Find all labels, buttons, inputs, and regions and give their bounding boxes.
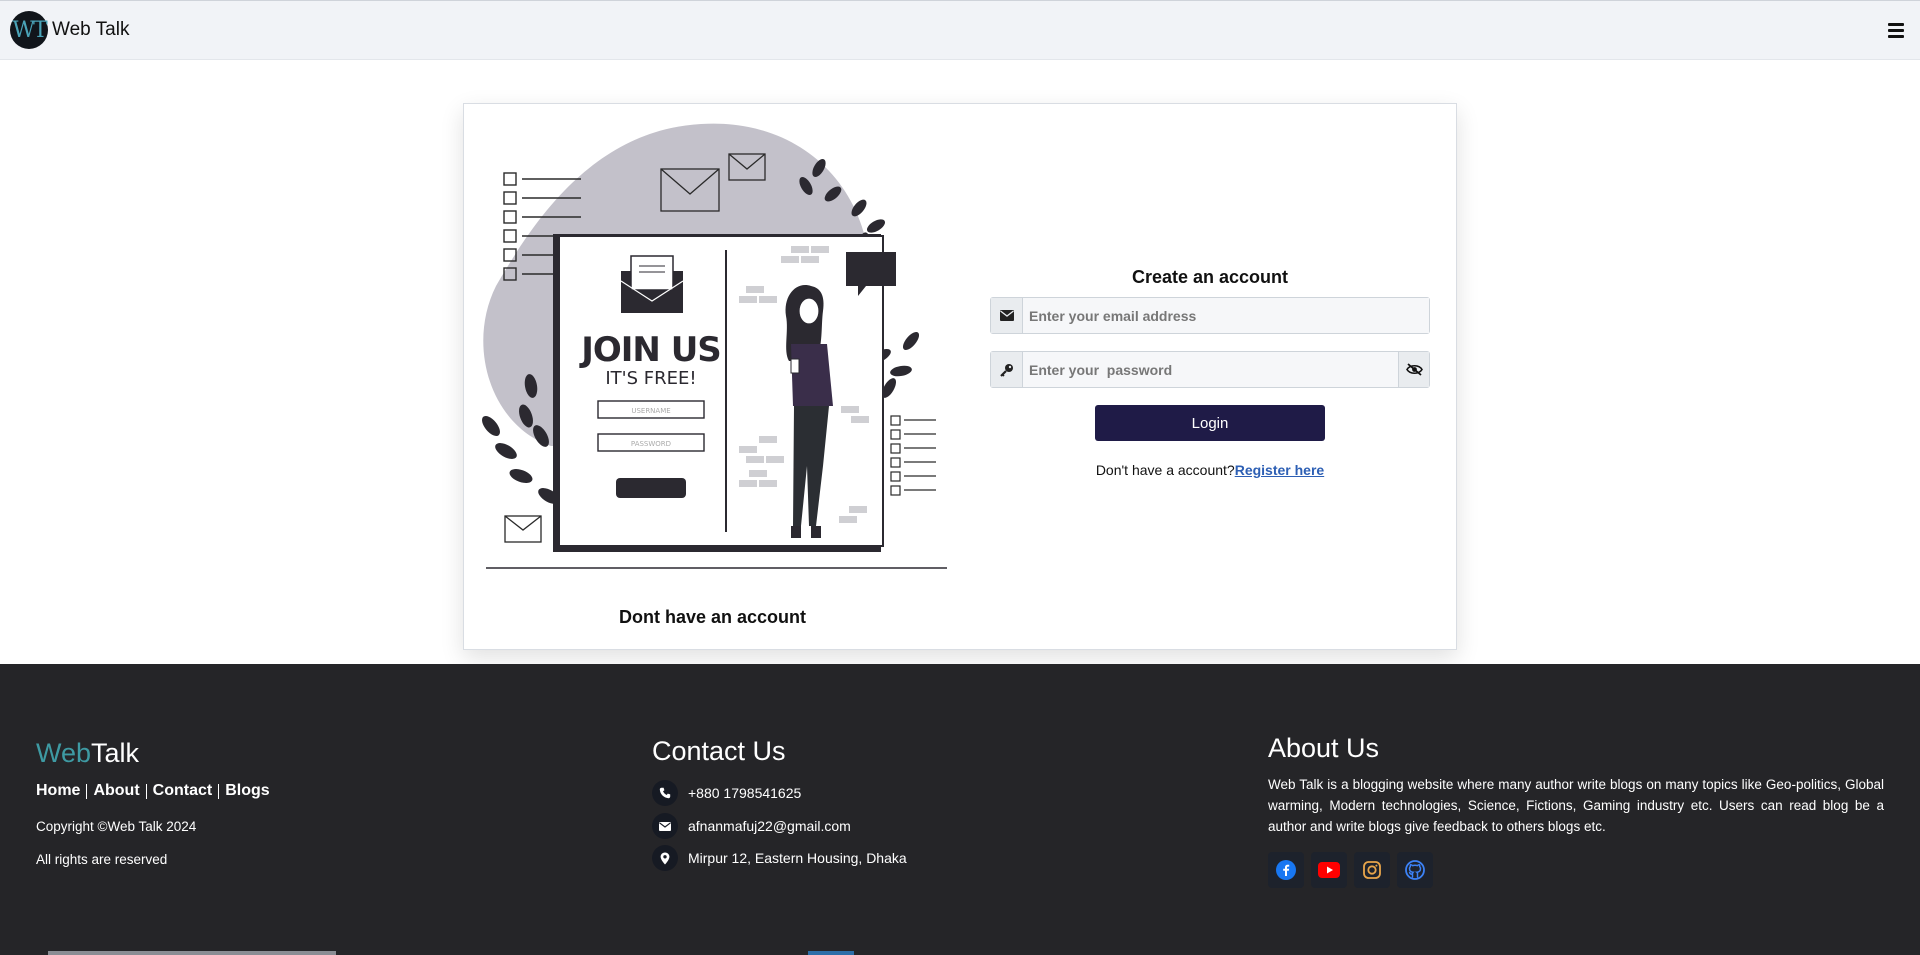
- register-line: Don't have a account?Register here: [990, 462, 1430, 478]
- password-field[interactable]: [1022, 352, 1398, 387]
- contact-phone: +880 1798541625: [652, 780, 801, 806]
- svg-text:USERNAME: USERNAME: [631, 407, 670, 415]
- phone-text: +880 1798541625: [688, 785, 802, 801]
- logo: WT: [10, 11, 48, 49]
- login-card: JOIN US IT'S FREE! USERNAME PASSWORD Don…: [463, 103, 1457, 650]
- phone-icon: [652, 780, 678, 806]
- envelope-icon: [991, 298, 1022, 333]
- hamburger-menu-icon[interactable]: [1882, 16, 1910, 44]
- nav-separator: [218, 783, 220, 799]
- key-icon: [991, 352, 1022, 387]
- footer-link-about[interactable]: About: [93, 782, 139, 800]
- login-form: Create an account Login Don't have a acc…: [990, 267, 1430, 478]
- brand-name: Web Talk: [52, 19, 130, 40]
- rights-text: All rights are reserved: [36, 852, 168, 867]
- nav-separator: [145, 783, 147, 799]
- youtube-icon[interactable]: [1311, 852, 1347, 888]
- footer-brand-talk: Talk: [91, 738, 140, 768]
- email-icon: [652, 813, 678, 839]
- no-account-text: Don't have a account?: [1095, 462, 1235, 478]
- email-group: [990, 297, 1430, 334]
- github-icon[interactable]: [1397, 852, 1433, 888]
- location-pin-icon: [652, 845, 678, 871]
- eye-slash-icon[interactable]: [1398, 352, 1429, 387]
- form-title: Create an account: [1131, 267, 1289, 287]
- footer-brand-web: Web: [36, 738, 92, 768]
- footer: WebTalk Home About Contact Blogs Copyrig…: [0, 664, 1920, 955]
- brand[interactable]: WT Web Talk: [10, 11, 129, 49]
- svg-text:IT'S FREE!: IT'S FREE!: [605, 368, 696, 389]
- about-title: About Us: [1268, 733, 1380, 763]
- email-text[interactable]: afnanmafuj22@gmail.com: [688, 818, 851, 834]
- facebook-icon[interactable]: [1268, 852, 1304, 888]
- social-links: [1268, 852, 1433, 888]
- navbar: WT Web Talk: [0, 0, 1920, 60]
- login-button[interactable]: Login: [1095, 405, 1325, 441]
- address-text: Mirpur 12, Eastern Housing, Dhaka: [688, 850, 907, 866]
- join-us-illustration: JOIN US IT'S FREE! USERNAME PASSWORD: [482, 123, 947, 569]
- svg-text:PASSWORD: PASSWORD: [631, 440, 671, 448]
- email-field[interactable]: [1022, 298, 1429, 333]
- footer-link-blogs[interactable]: Blogs: [225, 782, 269, 800]
- nav-separator: [86, 783, 88, 799]
- svg-text:JOIN US: JOIN US: [579, 330, 721, 370]
- left-caption: Dont have an account: [618, 607, 807, 627]
- copyright-text: Copyright ©Web Talk 2024: [36, 819, 197, 834]
- scrollbar-indicator: [808, 951, 854, 955]
- footer-link-contact[interactable]: Contact: [153, 782, 213, 800]
- footer-link-home[interactable]: Home: [36, 782, 80, 800]
- about-text: Web Talk is a blogging website where man…: [1268, 777, 1884, 834]
- footer-nav: Home About Contact Blogs: [36, 782, 270, 800]
- horizontal-scrollbar[interactable]: [48, 951, 336, 955]
- instagram-icon[interactable]: [1354, 852, 1390, 888]
- contact-address: Mirpur 12, Eastern Housing, Dhaka: [652, 845, 907, 871]
- footer-brand: WebTalk: [36, 738, 139, 769]
- password-group: [990, 351, 1430, 388]
- contact-title: Contact Us: [652, 736, 786, 766]
- register-link[interactable]: Register here: [1235, 462, 1324, 478]
- contact-email: afnanmafuj22@gmail.com: [652, 813, 851, 839]
